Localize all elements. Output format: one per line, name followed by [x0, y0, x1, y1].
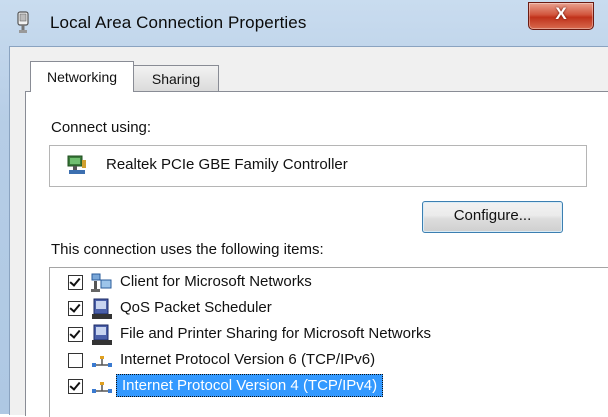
adapter-field: Realtek PCIe GBE Family Controller — [49, 145, 587, 187]
list-item-ipv4[interactable]: Internet Protocol Version 4 (TCP/IPv4) — [50, 374, 608, 400]
tab-networking[interactable]: Networking — [30, 61, 134, 92]
list-item-qos[interactable]: QoS Packet Scheduler — [50, 296, 608, 322]
item-checkbox[interactable] — [68, 327, 83, 342]
network-adapter-icon — [67, 155, 86, 174]
networking-panel: Connect using: Realtek PCIe GBE Family C… — [25, 91, 608, 417]
configure-button[interactable]: Configure... — [422, 201, 563, 233]
protocol-icon — [92, 356, 112, 367]
item-label-selected: Internet Protocol Version 4 (TCP/IPv4) — [116, 374, 384, 397]
network-client-icon — [91, 273, 112, 292]
dialog-body: Networking Sharing Connect using: Realte… — [9, 46, 608, 417]
title-bar[interactable]: Local Area Connection Properties X — [0, 0, 608, 46]
list-item-client[interactable]: Client for Microsoft Networks — [50, 270, 608, 296]
tab-sharing[interactable]: Sharing — [133, 65, 219, 92]
item-label: Internet Protocol Version 6 (TCP/IPv6) — [120, 351, 376, 368]
list-item-ipv6[interactable]: Internet Protocol Version 6 (TCP/IPv6) — [50, 348, 608, 374]
close-icon: X — [555, 4, 567, 23]
connection-items-list[interactable]: Client for Microsoft Networks QoS Packet… — [49, 267, 608, 417]
network-adapter-icon — [17, 11, 29, 33]
item-label: File and Printer Sharing for Microsoft N… — [120, 325, 431, 342]
item-checkbox[interactable] — [68, 275, 83, 290]
protocol-icon — [92, 382, 112, 393]
item-checkbox[interactable] — [68, 379, 83, 394]
service-icon — [92, 298, 112, 319]
item-label: Client for Microsoft Networks — [120, 273, 312, 290]
close-button[interactable]: X — [528, 2, 594, 30]
dialog-window: Local Area Connection Properties X Netwo… — [0, 0, 608, 417]
adapter-name: Realtek PCIe GBE Family Controller — [106, 156, 348, 173]
service-icon — [92, 324, 112, 345]
item-label: QoS Packet Scheduler — [120, 299, 272, 316]
list-item-file-sharing[interactable]: File and Printer Sharing for Microsoft N… — [50, 322, 608, 348]
window-title: Local Area Connection Properties — [50, 13, 307, 32]
items-label: This connection uses the following items… — [51, 241, 324, 258]
item-checkbox[interactable] — [68, 353, 83, 368]
connect-using-label: Connect using: — [51, 119, 152, 136]
item-checkbox[interactable] — [68, 301, 83, 316]
